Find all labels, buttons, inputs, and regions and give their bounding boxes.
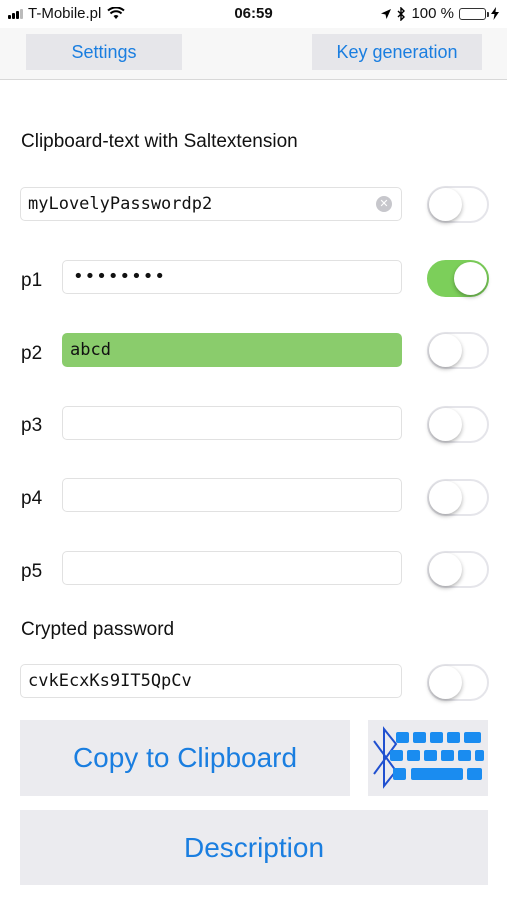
p3-toggle[interactable]: [427, 406, 489, 443]
p2-field[interactable]: abcd: [62, 333, 402, 367]
bluetooth-keyboard-button[interactable]: [368, 720, 488, 796]
p3-field[interactable]: [62, 406, 402, 440]
p1-label: p1: [21, 270, 43, 291]
p4-label: p4: [21, 488, 43, 509]
p5-toggle[interactable]: [427, 551, 489, 588]
crypted-section-title: Crypted password: [21, 619, 175, 640]
toggle-knob: [429, 481, 462, 514]
toggle-knob: [454, 262, 487, 295]
toggle-knob: [429, 188, 462, 221]
clipboard-text-field[interactable]: myLovelyPasswordp2 ✕: [20, 187, 402, 221]
crypted-password-field[interactable]: cvkEcxKs9IT5QpCv: [20, 664, 402, 698]
p4-toggle[interactable]: [427, 479, 489, 516]
clear-icon[interactable]: ✕: [376, 196, 392, 212]
battery-icon: [459, 7, 489, 20]
p1-value: ••••••••: [73, 266, 166, 287]
p5-field[interactable]: [62, 551, 402, 585]
battery-percent: 100 %: [411, 5, 454, 22]
p3-label: p3: [21, 415, 43, 436]
bluetooth-icon: [397, 6, 406, 21]
clipboard-toggle[interactable]: [427, 186, 489, 223]
p2-toggle[interactable]: [427, 332, 489, 369]
bluetooth-keyboard-icon: [373, 726, 484, 789]
p1-field[interactable]: ••••••••: [62, 260, 402, 294]
clipboard-section-title: Clipboard-text with Saltextension: [21, 131, 298, 152]
crypted-password-value: cvkEcxKs9IT5QpCv: [28, 671, 192, 691]
toggle-knob: [429, 666, 462, 699]
description-button[interactable]: Description: [20, 810, 488, 885]
clipboard-text-value: myLovelyPasswordp2: [28, 194, 213, 214]
copy-to-clipboard-button[interactable]: Copy to Clipboard: [20, 720, 350, 796]
p2-value: abcd: [70, 340, 111, 360]
charging-icon: [491, 7, 499, 20]
p4-field[interactable]: [62, 478, 402, 512]
p5-label: p5: [21, 561, 43, 582]
toggle-knob: [429, 334, 462, 367]
nav-bar: Settings Key generation: [0, 28, 507, 80]
toggle-knob: [429, 553, 462, 586]
p2-label: p2: [21, 343, 43, 364]
toggle-knob: [429, 408, 462, 441]
settings-button[interactable]: Settings: [26, 34, 182, 70]
crypted-toggle[interactable]: [427, 664, 489, 701]
key-generation-button[interactable]: Key generation: [312, 34, 482, 70]
p1-toggle[interactable]: [427, 260, 489, 297]
location-icon: [381, 8, 392, 19]
status-bar: T-Mobile.pl 06:59 100 %: [0, 0, 507, 28]
status-right: 100 %: [380, 5, 499, 22]
